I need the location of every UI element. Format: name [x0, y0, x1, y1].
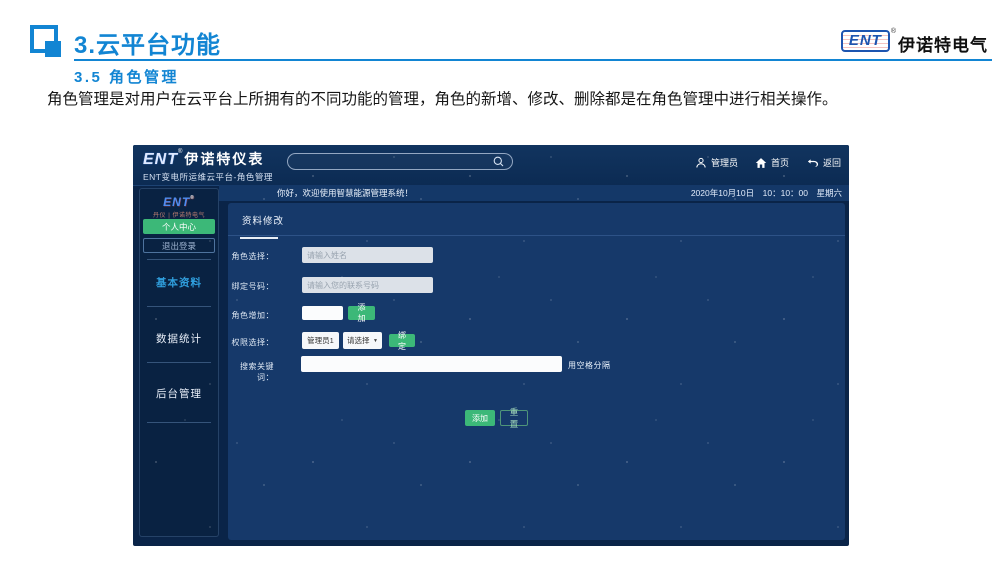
- profile-center-button[interactable]: 个人中心: [143, 219, 215, 234]
- app-screenshot: ENT®伊诺特仪表 ENT变电所运维云平台-角色管理: [133, 145, 849, 546]
- sidebar-item-basic-info[interactable]: 基本资料: [140, 275, 218, 291]
- company-logo: ENT ® 伊诺特电气: [841, 30, 988, 56]
- search-icon[interactable]: [493, 156, 504, 167]
- bind-number-label: 绑定号码：: [228, 281, 274, 292]
- keywords-hint: 用空格分隔: [568, 360, 611, 371]
- user-icon: [695, 157, 707, 169]
- permission-bind-button[interactable]: 绑定: [389, 334, 415, 347]
- keywords-input[interactable]: [301, 356, 562, 372]
- topbar-actions: 管理员 首页 返回: [695, 156, 841, 169]
- home-button[interactable]: 首页: [755, 156, 789, 169]
- role-add-input[interactable]: [302, 306, 343, 320]
- sidebar-divider: [147, 306, 211, 307]
- home-icon: [755, 157, 767, 169]
- permission-select[interactable]: 请选择 ▼: [343, 332, 382, 349]
- permission-select-value: 请选择: [347, 335, 370, 346]
- back-button[interactable]: 返回: [806, 156, 841, 169]
- reset-button[interactable]: 重置: [500, 410, 528, 426]
- search-box[interactable]: [287, 153, 513, 170]
- chapter-icon-filled-square: [45, 41, 61, 57]
- manual-page: 3.云平台功能 ENT ® 伊诺特电气 3.5 角色管理 角色管理是对用户在云平…: [0, 0, 1000, 563]
- sidebar-brand-text: 丹仪 | 伊诺特电气: [140, 210, 218, 219]
- app-topbar: ENT®伊诺特仪表 ENT变电所运维云平台-角色管理: [133, 145, 849, 186]
- registered-mark: ®: [190, 195, 195, 201]
- role-add-button[interactable]: 添加: [348, 306, 375, 320]
- company-name: 伊诺特电气: [898, 31, 988, 56]
- ent-logo: ENT: [143, 151, 178, 168]
- role-add-label: 角色增加：: [228, 310, 274, 321]
- bind-number-input[interactable]: [302, 277, 433, 293]
- logout-button[interactable]: 退出登录: [143, 238, 215, 253]
- sidebar-divider: [147, 422, 211, 423]
- ent-logo: ENT: [841, 30, 890, 52]
- sidebar-item-backend-management[interactable]: 后台管理: [140, 386, 218, 402]
- app-subtitle: ENT变电所运维云平台-角色管理: [143, 171, 273, 183]
- tab-underline: [228, 235, 845, 236]
- tab-profile-edit[interactable]: 资料修改: [242, 213, 284, 227]
- sidebar-divider: [147, 362, 211, 363]
- main-panel: 资料修改 角色选择： 绑定号码： 角色增加： 添加 权限选择： 管理员1 请选择…: [228, 203, 845, 540]
- chapter-title: 3.云平台功能: [74, 25, 221, 60]
- sidebar-logo: ENT®: [140, 195, 218, 209]
- admin-button[interactable]: 管理员: [695, 156, 738, 169]
- status-bar: 你好，欢迎使用智慧能源管理系统！ 2020年10月10日 10：10：00 星期…: [219, 185, 849, 201]
- tab-active-indicator: [240, 237, 278, 239]
- welcome-message: 你好，欢迎使用智慧能源管理系统！: [277, 187, 413, 199]
- chapter-icon: [30, 25, 64, 59]
- section-paragraph: 角色管理是对用户在云平台上所拥有的不同功能的管理，角色的新增、修改、删除都是在角…: [16, 90, 962, 110]
- submit-add-button[interactable]: 添加: [465, 410, 495, 426]
- app-logo: ENT®伊诺特仪表: [143, 149, 264, 169]
- home-label: 首页: [771, 156, 789, 169]
- role-select-input[interactable]: [302, 247, 433, 263]
- header-divider: [74, 59, 992, 61]
- sidebar: ENT® 丹仪 | 伊诺特电气 个人中心 退出登录 基本资料 数据统计 后台管理: [139, 188, 219, 537]
- product-name: 伊诺特仪表: [184, 151, 264, 167]
- registered-mark: ®: [891, 28, 896, 35]
- admin-label: 管理员: [711, 156, 738, 169]
- back-label: 返回: [823, 156, 841, 169]
- search-input[interactable]: [296, 156, 493, 168]
- back-icon: [806, 157, 819, 169]
- section-title: 3.5 角色管理: [74, 66, 179, 87]
- keywords-label: 搜索关键词：: [228, 361, 274, 383]
- registered-mark: ®: [178, 149, 182, 155]
- sidebar-item-data-statistics[interactable]: 数据统计: [140, 331, 218, 347]
- permission-value-box: 管理员1: [302, 332, 339, 349]
- sidebar-divider: [147, 259, 211, 260]
- role-select-label: 角色选择：: [228, 251, 274, 262]
- chevron-down-icon: ▼: [373, 338, 378, 344]
- datetime: 2020年10月10日 10：10：00 星期六: [691, 187, 842, 199]
- permission-label: 权限选择：: [228, 337, 274, 348]
